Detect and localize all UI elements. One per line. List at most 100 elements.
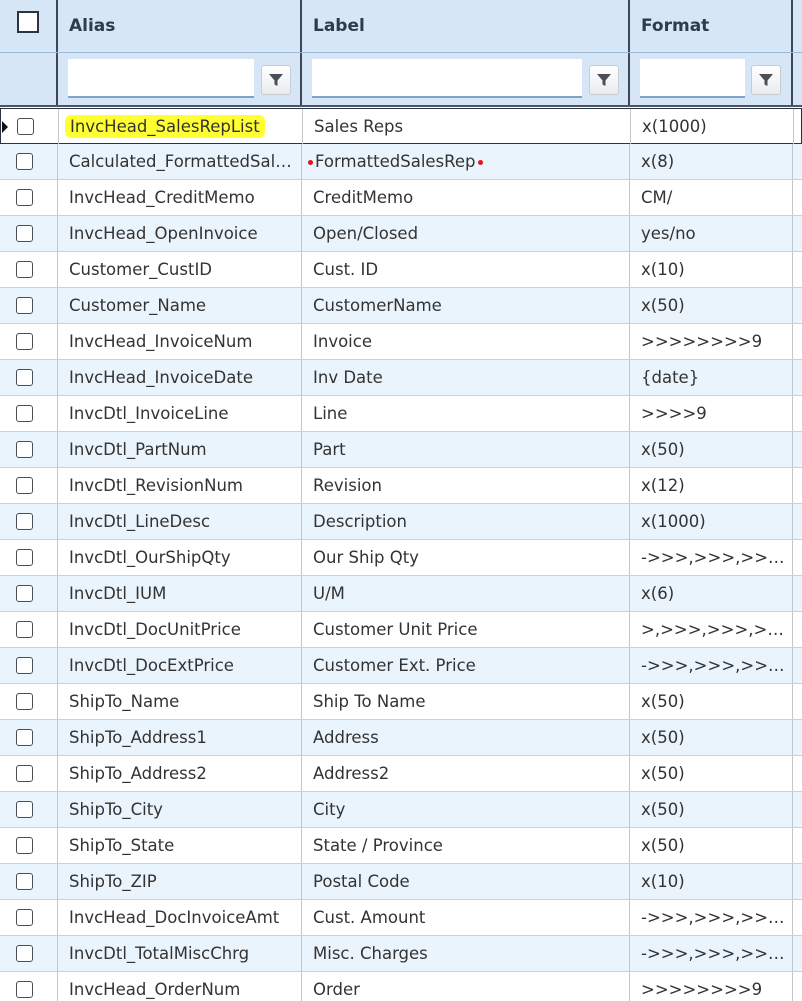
- label-cell[interactable]: U/M: [302, 576, 630, 611]
- table-row[interactable]: ShipTo_Address2 Address2 x(50): [0, 756, 802, 792]
- format-cell[interactable]: x(6): [630, 576, 793, 611]
- format-cell[interactable]: CM/: [630, 180, 793, 215]
- row-checkbox[interactable]: [16, 657, 33, 674]
- alias-cell[interactable]: ShipTo_ZIP: [58, 864, 302, 899]
- row-checkbox[interactable]: [16, 297, 33, 314]
- label-cell[interactable]: Our Ship Qty: [302, 540, 630, 575]
- format-cell[interactable]: x(50): [630, 828, 793, 863]
- column-header-label[interactable]: Label: [302, 0, 630, 52]
- format-cell[interactable]: >,>>>,>>>,>>9.99: [630, 612, 793, 647]
- format-cell[interactable]: x(8): [630, 144, 793, 179]
- format-cell[interactable]: ->>>,>>>,>>>,>>9.99: [630, 540, 793, 575]
- format-cell[interactable]: ->>>,>>>,>>>,>>9.99: [630, 936, 793, 971]
- row-checkbox[interactable]: [16, 585, 33, 602]
- label-cell[interactable]: Line: [302, 396, 630, 431]
- table-row[interactable]: ShipTo_Address1 Address x(50): [0, 720, 802, 756]
- alias-cell[interactable]: ShipTo_State: [58, 828, 302, 863]
- table-row[interactable]: InvcDtl_OurShipQty Our Ship Qty ->>>,>>>,>…: [0, 540, 802, 576]
- table-row[interactable]: Customer_Name CustomerName x(50): [0, 288, 802, 324]
- row-checkbox[interactable]: [17, 118, 34, 135]
- table-row[interactable]: InvcHead_OrderNum Order >>>>>>>>9: [0, 972, 802, 1001]
- format-cell[interactable]: x(10): [630, 864, 793, 899]
- format-cell[interactable]: x(10): [630, 252, 793, 287]
- row-checkbox[interactable]: [16, 909, 33, 926]
- alias-cell[interactable]: InvcHead_InvoiceDate: [58, 360, 302, 395]
- alias-cell[interactable]: InvcHead_OrderNum: [58, 972, 302, 1001]
- alias-cell[interactable]: Customer_CustID: [58, 252, 302, 287]
- table-row[interactable]: InvcHead_DocInvoiceAmt Cust. Amount ->>>,>…: [0, 900, 802, 936]
- label-cell[interactable]: Address2: [302, 756, 630, 791]
- alias-cell[interactable]: ShipTo_City: [58, 792, 302, 827]
- format-cell[interactable]: >>>>9: [630, 396, 793, 431]
- label-cell[interactable]: FormattedSalesRep: [302, 144, 630, 179]
- label-cell[interactable]: CustomerName: [302, 288, 630, 323]
- label-cell[interactable]: Customer Ext. Price: [302, 648, 630, 683]
- format-cell[interactable]: x(1000): [631, 109, 794, 144]
- label-cell[interactable]: Revision: [302, 468, 630, 503]
- alias-filter-input[interactable]: [68, 59, 254, 98]
- row-checkbox[interactable]: [16, 153, 33, 170]
- row-checkbox[interactable]: [16, 405, 33, 422]
- table-row[interactable]: InvcDtl_TotalMiscChrg Misc. Charges ->>>,>…: [0, 936, 802, 972]
- row-checkbox[interactable]: [16, 729, 33, 746]
- format-cell[interactable]: x(50): [630, 432, 793, 467]
- format-cell[interactable]: x(50): [630, 756, 793, 791]
- label-cell[interactable]: Order: [302, 972, 630, 1001]
- alias-cell[interactable]: InvcDtl_LineDesc: [58, 504, 302, 539]
- row-checkbox[interactable]: [16, 801, 33, 818]
- column-header-alias[interactable]: Alias: [58, 0, 302, 52]
- format-cell[interactable]: ->>>,>>>,>>>,>>9.99: [630, 900, 793, 935]
- label-filter-input[interactable]: [312, 59, 582, 98]
- alias-cell[interactable]: InvcDtl_DocUnitPrice: [58, 612, 302, 647]
- row-checkbox[interactable]: [16, 981, 33, 998]
- row-checkbox[interactable]: [16, 549, 33, 566]
- table-row[interactable]: InvcHead_InvoiceDate Inv Date {date}: [0, 360, 802, 396]
- table-row[interactable]: InvcDtl_DocUnitPrice Customer Unit Price >…: [0, 612, 802, 648]
- format-cell[interactable]: {date}: [630, 360, 793, 395]
- alias-cell[interactable]: Customer_Name: [58, 288, 302, 323]
- alias-cell[interactable]: InvcDtl_OurShipQty: [58, 540, 302, 575]
- label-cell[interactable]: Inv Date: [302, 360, 630, 395]
- label-cell[interactable]: Postal Code: [302, 864, 630, 899]
- row-checkbox[interactable]: [16, 261, 33, 278]
- row-checkbox[interactable]: [16, 693, 33, 710]
- alias-cell[interactable]: Calculated_FormattedSalesRep: [58, 144, 302, 179]
- label-cell[interactable]: Open/Closed: [302, 216, 630, 251]
- row-checkbox[interactable]: [16, 333, 33, 350]
- row-checkbox[interactable]: [16, 441, 33, 458]
- table-row[interactable]: InvcDtl_LineDesc Description x(1000): [0, 504, 802, 540]
- row-checkbox[interactable]: [16, 945, 33, 962]
- alias-cell[interactable]: ShipTo_Address2: [58, 756, 302, 791]
- format-cell[interactable]: >>>>>>>>9: [630, 324, 793, 359]
- label-cell[interactable]: Cust. ID: [302, 252, 630, 287]
- format-cell[interactable]: >>>>>>>>9: [630, 972, 793, 1001]
- alias-cell[interactable]: ShipTo_Name: [58, 684, 302, 719]
- label-cell[interactable]: City: [302, 792, 630, 827]
- format-filter-button[interactable]: [751, 65, 781, 95]
- label-cell[interactable]: CreditMemo: [302, 180, 630, 215]
- alias-cell[interactable]: InvcHead_OpenInvoice: [58, 216, 302, 251]
- table-row[interactable]: InvcDtl_PartNum Part x(50): [0, 432, 802, 468]
- label-cell[interactable]: Customer Unit Price: [302, 612, 630, 647]
- alias-cell[interactable]: InvcDtl_TotalMiscChrg: [58, 936, 302, 971]
- column-header-format[interactable]: Format: [630, 0, 793, 52]
- row-checkbox[interactable]: [16, 621, 33, 638]
- format-cell[interactable]: x(50): [630, 684, 793, 719]
- alias-cell[interactable]: ShipTo_Address1: [58, 720, 302, 755]
- label-cell[interactable]: Sales Reps: [303, 109, 631, 144]
- table-row[interactable]: ShipTo_ZIP Postal Code x(10): [0, 864, 802, 900]
- label-cell[interactable]: State / Province: [302, 828, 630, 863]
- alias-cell[interactable]: InvcDtl_InvoiceLine: [58, 396, 302, 431]
- label-cell[interactable]: Part: [302, 432, 630, 467]
- format-cell[interactable]: ->>>,>>>,>>>,>>9.99: [630, 648, 793, 683]
- alias-cell[interactable]: InvcHead_CreditMemo: [58, 180, 302, 215]
- row-checkbox[interactable]: [16, 873, 33, 890]
- table-row[interactable]: Customer_CustID Cust. ID x(10): [0, 252, 802, 288]
- label-cell[interactable]: Description: [302, 504, 630, 539]
- label-cell[interactable]: Ship To Name: [302, 684, 630, 719]
- label-cell[interactable]: Address: [302, 720, 630, 755]
- row-checkbox[interactable]: [16, 369, 33, 386]
- label-cell[interactable]: Misc. Charges: [302, 936, 630, 971]
- alias-cell[interactable]: InvcHead_InvoiceNum: [58, 324, 302, 359]
- row-checkbox[interactable]: [16, 513, 33, 530]
